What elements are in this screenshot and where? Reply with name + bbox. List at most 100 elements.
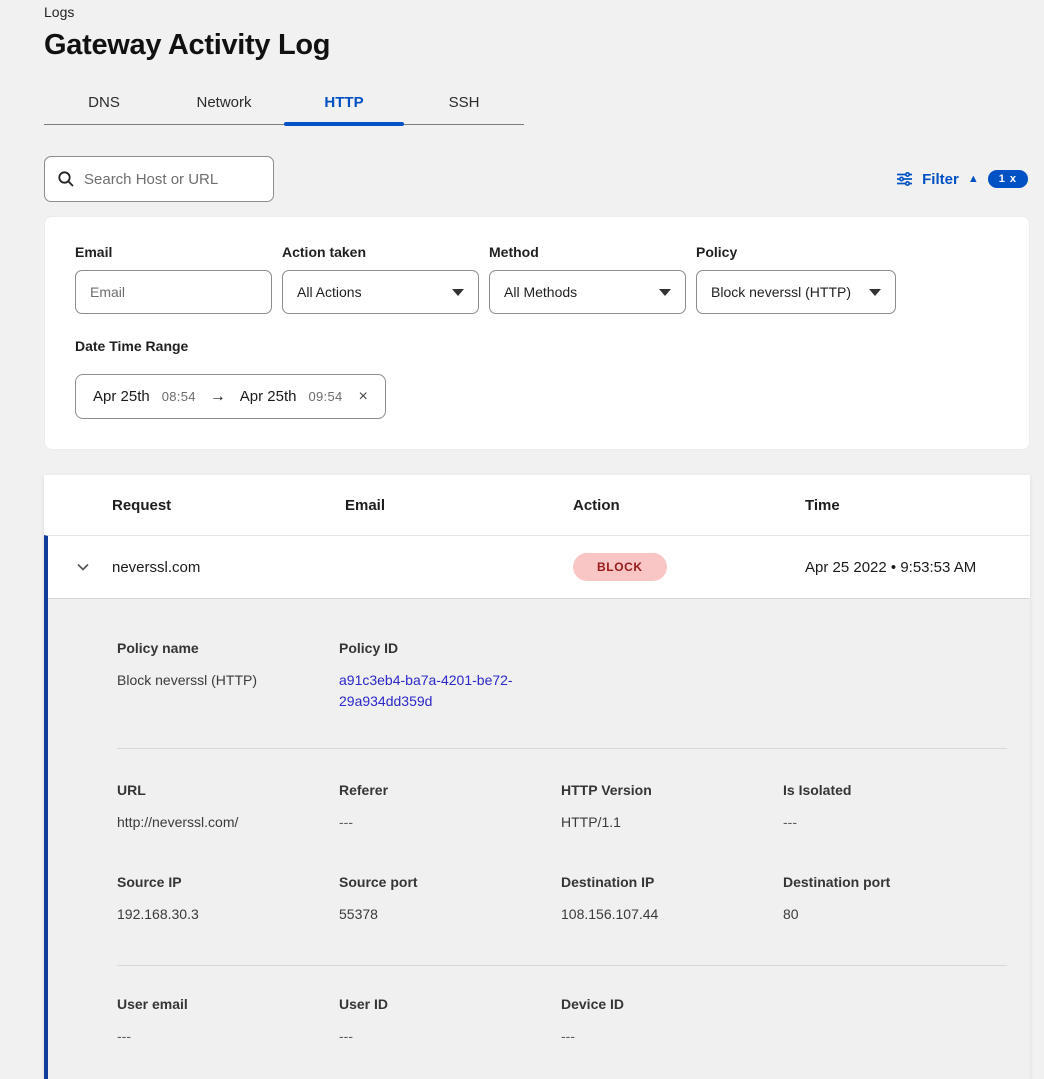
page: Logs Gateway Activity Log DNS Network HT…	[0, 0, 1044, 1079]
breadcrumb: Logs	[44, 4, 1030, 20]
is-isolated-field: Is Isolated ---	[783, 782, 1005, 833]
tab-dns[interactable]: DNS	[44, 86, 164, 124]
user-section: User email --- User ID --- Device ID ---	[48, 966, 1030, 1079]
chevron-up-icon: ▲	[968, 174, 979, 185]
policy-name-value: Block neverssl (HTTP)	[117, 670, 319, 691]
search-input[interactable]	[84, 171, 261, 188]
destination-port-value: 80	[783, 904, 985, 925]
row-action: BLOCK	[573, 553, 805, 581]
source-port-value: 55378	[339, 904, 541, 925]
tab-network[interactable]: Network	[164, 86, 284, 124]
row-time: Apr 25 2022 • 9:53:53 AM	[805, 559, 1030, 576]
method-filter: Method All Methods	[489, 244, 686, 314]
spacer	[783, 640, 1005, 712]
date-range-label: Date Time Range	[75, 338, 999, 354]
source-ip-value: 192.168.30.3	[117, 904, 319, 925]
method-filter-select[interactable]: All Methods	[489, 270, 686, 314]
device-id-field: Device ID ---	[561, 996, 783, 1047]
user-id-label: User ID	[339, 996, 541, 1012]
range-end-date[interactable]: Apr 25th	[240, 388, 297, 405]
source-ip-label: Source IP	[117, 874, 319, 890]
email-filter-input[interactable]	[90, 284, 257, 300]
user-email-value: ---	[117, 1026, 319, 1047]
policy-id-label: Policy ID	[339, 640, 541, 656]
destination-ip-label: Destination IP	[561, 874, 763, 890]
page-title: Gateway Activity Log	[44, 29, 1030, 62]
search-row: Filter ▲ 1 x	[44, 156, 1030, 202]
policy-filter-label: Policy	[696, 244, 893, 260]
action-filter-label: Action taken	[282, 244, 479, 260]
policy-id-link[interactable]: a91c3eb4-ba7a-4201-be72-29a934dd359d	[339, 670, 535, 712]
spacer	[783, 996, 1005, 1047]
email-filter-label: Email	[75, 244, 272, 260]
device-id-label: Device ID	[561, 996, 763, 1012]
referer-value: ---	[339, 812, 541, 833]
policy-filter: Policy Block neverssl (HTTP)	[696, 244, 893, 314]
http-version-value: HTTP/1.1	[561, 812, 763, 833]
chevron-down-icon	[452, 289, 464, 296]
source-port-field: Source port 55378	[339, 874, 561, 925]
http-section: URL http://neverssl.com/ Referer --- HTT…	[48, 749, 1030, 849]
filter-label: Filter	[922, 171, 959, 188]
user-id-value: ---	[339, 1026, 541, 1047]
col-header-time: Time	[805, 497, 1030, 514]
destination-ip-value: 108.156.107.44	[561, 904, 763, 925]
user-email-field: User email ---	[117, 996, 339, 1047]
block-badge: BLOCK	[573, 553, 667, 581]
destination-ip-field: Destination IP 108.156.107.44	[561, 874, 783, 925]
email-filter: Email	[75, 244, 272, 314]
date-range-section: Date Time Range Apr 25th 08:54 → Apr 25t…	[75, 338, 999, 419]
search-box[interactable]	[44, 156, 274, 202]
col-header-email: Email	[345, 497, 573, 514]
policy-name-field: Policy name Block neverssl (HTTP)	[117, 640, 339, 712]
search-icon	[57, 170, 75, 188]
action-filter: Action taken All Actions	[282, 244, 479, 314]
activity-table: Request Email Action Time neverssl.com B…	[44, 475, 1030, 1079]
expanded-row-group: neverssl.com BLOCK Apr 25 2022 • 9:53:53…	[44, 535, 1030, 1079]
col-header-action: Action	[573, 497, 805, 514]
filter-sliders-icon	[896, 171, 913, 187]
policy-filter-select[interactable]: Block neverssl (HTTP)	[696, 270, 896, 314]
user-id-field: User ID ---	[339, 996, 561, 1047]
date-range-picker[interactable]: Apr 25th 08:54 → Apr 25th 09:54 ×	[75, 374, 386, 419]
table-row[interactable]: neverssl.com BLOCK Apr 25 2022 • 9:53:53…	[48, 536, 1030, 598]
user-email-label: User email	[117, 996, 319, 1012]
row-detail-panel: Policy name Block neverssl (HTTP) Policy…	[48, 598, 1030, 1079]
method-filter-label: Method	[489, 244, 686, 260]
chevron-down-icon	[869, 289, 881, 296]
chevron-down-icon	[659, 289, 671, 296]
network-section: Source IP 192.168.30.3 Source port 55378…	[48, 849, 1030, 965]
http-version-label: HTTP Version	[561, 782, 763, 798]
device-id-value: ---	[561, 1026, 763, 1047]
source-port-label: Source port	[339, 874, 541, 890]
table-header-row: Request Email Action Time	[44, 475, 1030, 535]
log-type-tabs: DNS Network HTTP SSH	[44, 86, 524, 125]
destination-port-label: Destination port	[783, 874, 985, 890]
spacer	[561, 640, 783, 712]
chevron-down-icon[interactable]	[75, 559, 91, 575]
action-filter-select[interactable]: All Actions	[282, 270, 479, 314]
filter-count-badge[interactable]: 1 x	[988, 170, 1028, 188]
http-version-field: HTTP Version HTTP/1.1	[561, 782, 783, 833]
policy-filter-value: Block neverssl (HTTP)	[711, 284, 851, 300]
url-field: URL http://neverssl.com/	[117, 782, 339, 833]
row-request: neverssl.com	[112, 559, 345, 576]
close-icon[interactable]: ×	[355, 388, 368, 406]
range-start-date[interactable]: Apr 25th	[93, 388, 150, 405]
filter-toggle[interactable]: Filter ▲ 1 x	[896, 170, 1030, 188]
range-end-time[interactable]: 09:54	[308, 389, 342, 404]
url-label: URL	[117, 782, 319, 798]
referer-label: Referer	[339, 782, 541, 798]
policy-id-field: Policy ID a91c3eb4-ba7a-4201-be72-29a934…	[339, 640, 561, 712]
tab-ssh[interactable]: SSH	[404, 86, 524, 124]
col-header-request: Request	[112, 497, 345, 514]
arrow-right-icon: →	[208, 388, 228, 406]
tab-http[interactable]: HTTP	[284, 86, 404, 124]
is-isolated-label: Is Isolated	[783, 782, 985, 798]
source-ip-field: Source IP 192.168.30.3	[117, 874, 339, 925]
range-start-time[interactable]: 08:54	[162, 389, 196, 404]
action-filter-value: All Actions	[297, 284, 362, 300]
policy-name-label: Policy name	[117, 640, 319, 656]
referer-field: Referer ---	[339, 782, 561, 833]
destination-port-field: Destination port 80	[783, 874, 1005, 925]
